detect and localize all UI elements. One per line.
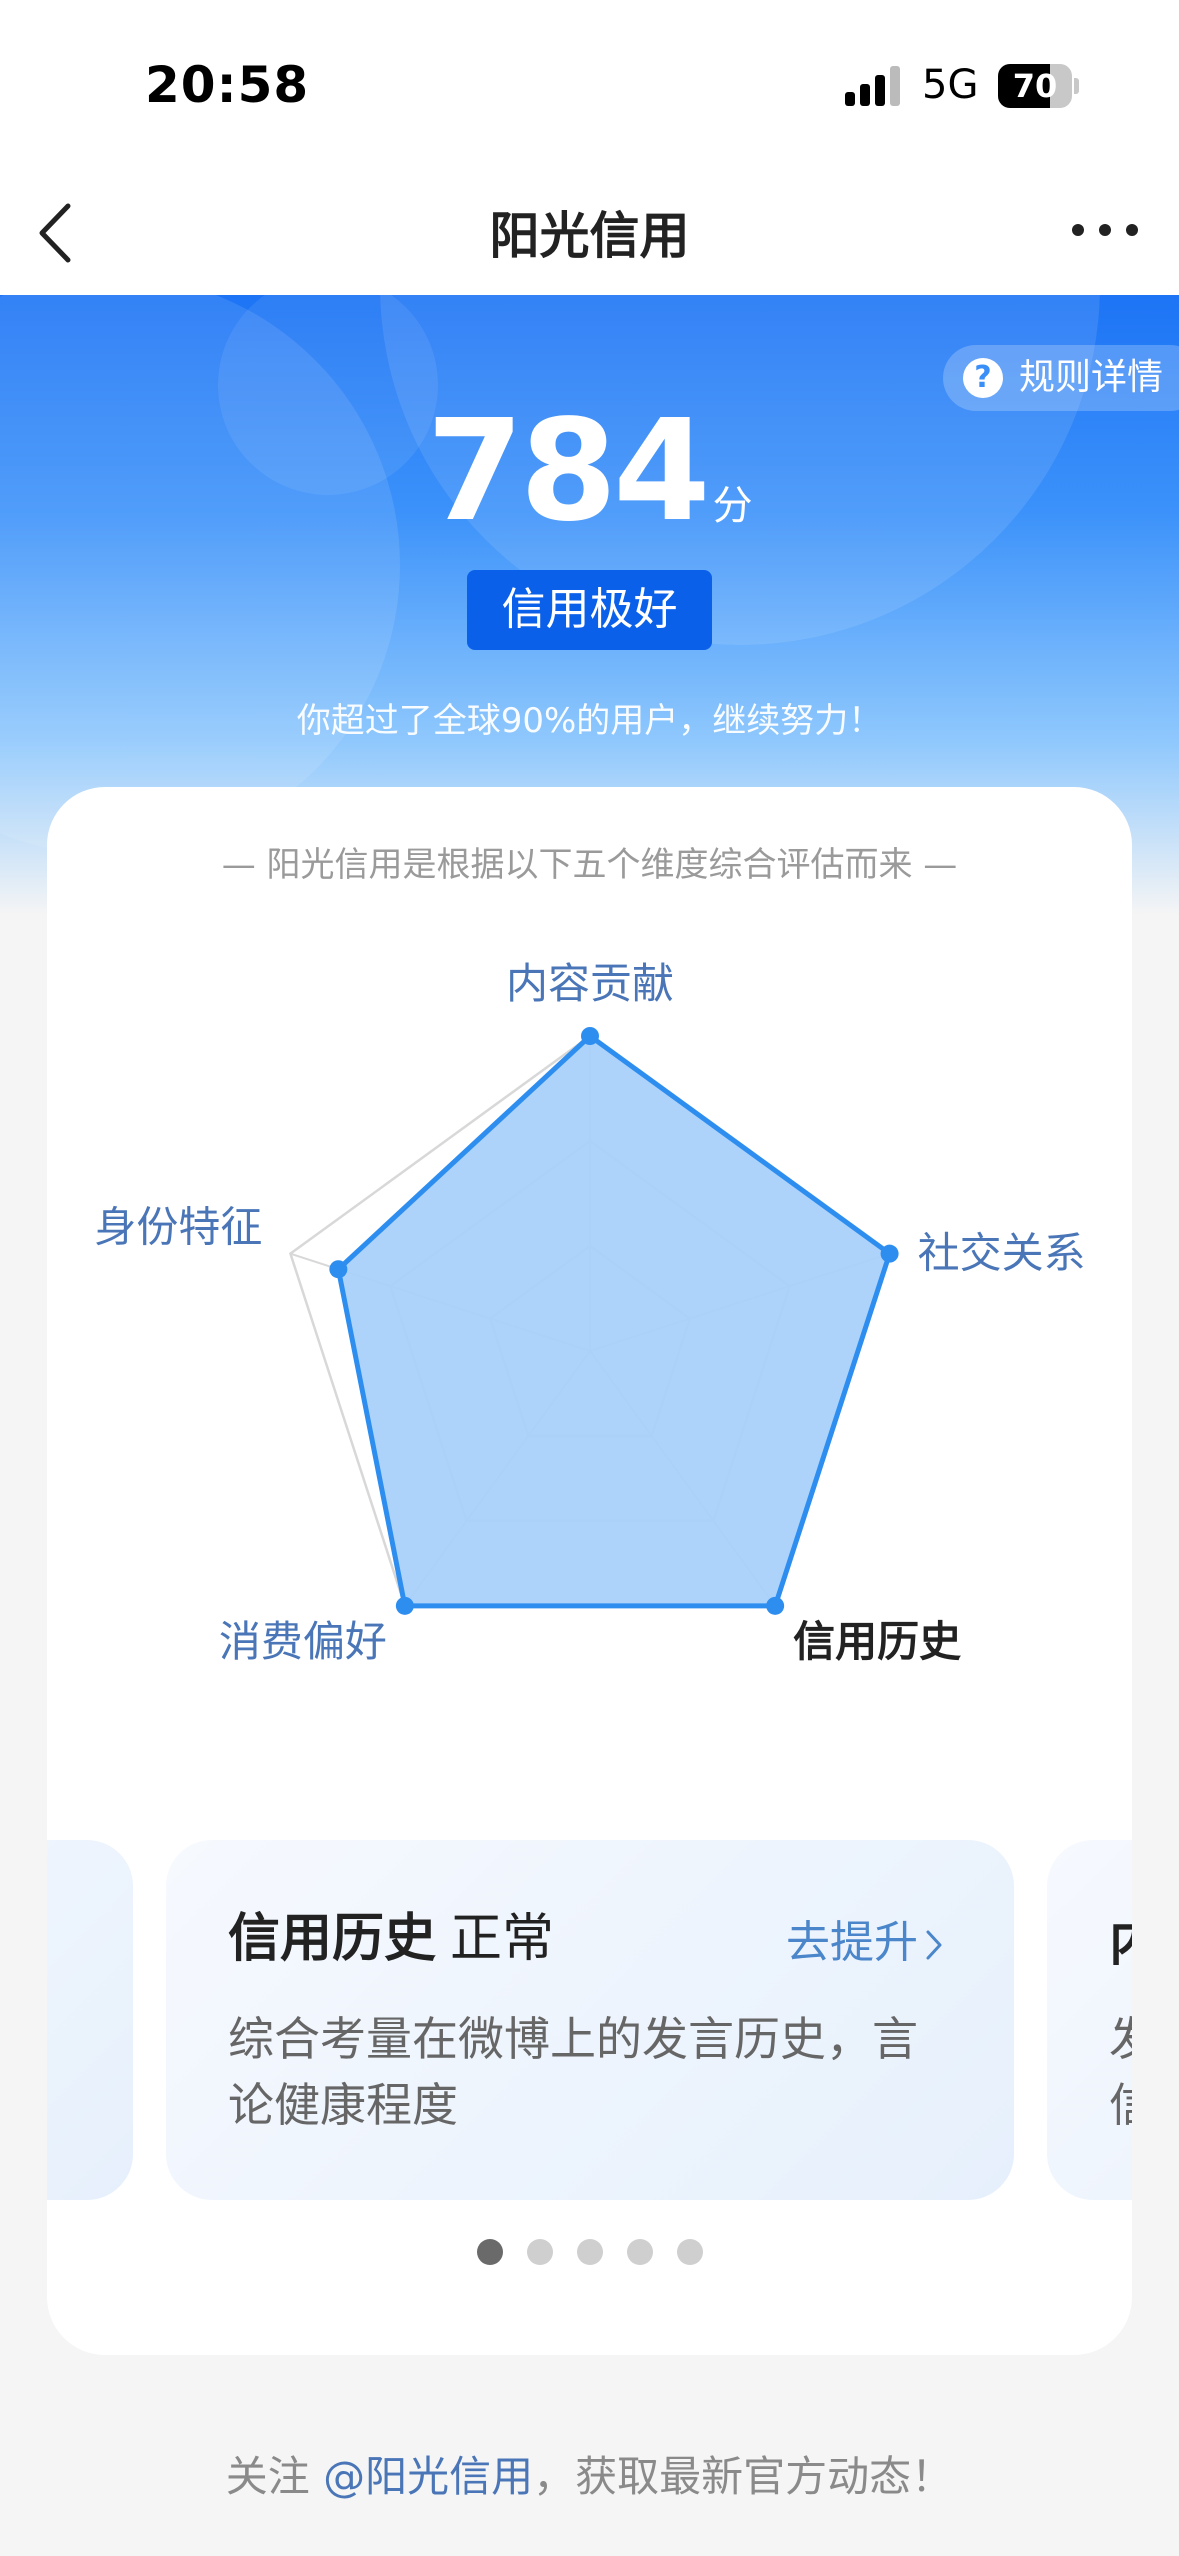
card-intro: — 阳光信用是根据以下五个维度综合评估而来 — [221,845,958,885]
battery-level: 70 [1012,67,1058,105]
footer-prefix: 关注 [225,2452,324,2501]
status-bar: 20:58 5G 70 [0,0,1179,170]
footer-suffix: ，获取最新官方动态！ [533,2452,954,2501]
next-slide-desc-line-2: 信 [1109,2078,1132,2132]
radar-point-4 [395,1596,414,1615]
status-time: 20:58 [145,56,310,114]
dimensions-card: — 阳光信用是根据以下五个维度综合评估而来 — 内容贡献社交关系信用历史 消费偏好… [47,787,1132,2355]
radar-label-5[interactable]: 身份特征 [94,1203,262,1252]
percentile-text: 你超过了全球90%的用户，继续努力！ [296,701,883,741]
pager-dot-1[interactable] [476,2239,503,2265]
slide-title: 信用历史 正常 [228,1896,554,1971]
signal-icon [845,66,900,106]
credit-score: 784 分 [0,390,1179,553]
radar-data-area [335,1033,893,1609]
battery-icon: 70 [998,64,1079,108]
page-title: 阳光信用 [489,207,690,265]
credit-level-badge: 信用极好 [467,570,712,650]
network-label: 5G [922,62,979,108]
nav-bar: 阳光信用 [0,170,1179,295]
slide-dimension-status: 正常 [450,1909,555,1969]
radar-label-4[interactable]: 消费偏好 [219,1617,387,1666]
ellipsis-icon[interactable] [1060,205,1150,255]
carousel-pager[interactable] [47,2239,1132,2269]
radar-label-3[interactable]: 信用历史 [793,1617,961,1666]
pager-dot-4[interactable] [626,2239,653,2265]
radar-label-2[interactable]: 社交关系 [918,1229,1086,1278]
carousel-slide-next[interactable]: 内 发 信 [1047,1840,1132,2200]
footer-text: 关注 @阳光信用，获取最新官方动态！ [0,2443,1179,2504]
pager-dot-2[interactable] [526,2239,553,2265]
score-value: 784 [426,390,710,553]
radar-chart: 内容贡献社交关系信用历史 消费偏好 身份特征 [94,959,1086,1666]
dimension-carousel[interactable]: 信用历史正常 去提升 综合考量在微博上的发言历史，言论健康程度 内 发 信 [47,1840,1132,2200]
next-slide-desc-line-1: 发 [1109,2012,1132,2066]
slide-description: 综合考量在微博上的发言历史，言论健康程度 [228,2012,918,2132]
carousel-slide-current[interactable]: 信用历史 正常 去提升 综合考量在微博上的发言历史，言论健康程度 [166,1840,1014,2200]
next-slide-description: 发 信 [1109,2006,1132,2138]
radar-label-1[interactable]: 内容贡献 [506,959,674,1008]
radar-point-2 [880,1244,899,1263]
pager-dot-3[interactable] [576,2239,603,2265]
official-account-link[interactable]: @阳光信用 [323,2452,533,2501]
slide-dimension-name: 信用历史 [228,1909,437,1969]
next-slide-title: 内 [1109,1900,1132,1975]
improve-label: 去提升 [786,1917,918,1968]
radar-point-1 [581,1027,599,1045]
chevron-right-icon [926,1930,942,1960]
score-unit: 分 [712,483,753,529]
improve-link[interactable]: 去提升 [786,1906,944,1970]
radar-point-5 [329,1260,348,1279]
carousel-slide-prev[interactable] [47,1840,133,2200]
pager-dot-5[interactable] [676,2239,703,2265]
radar-point-3 [766,1596,785,1615]
